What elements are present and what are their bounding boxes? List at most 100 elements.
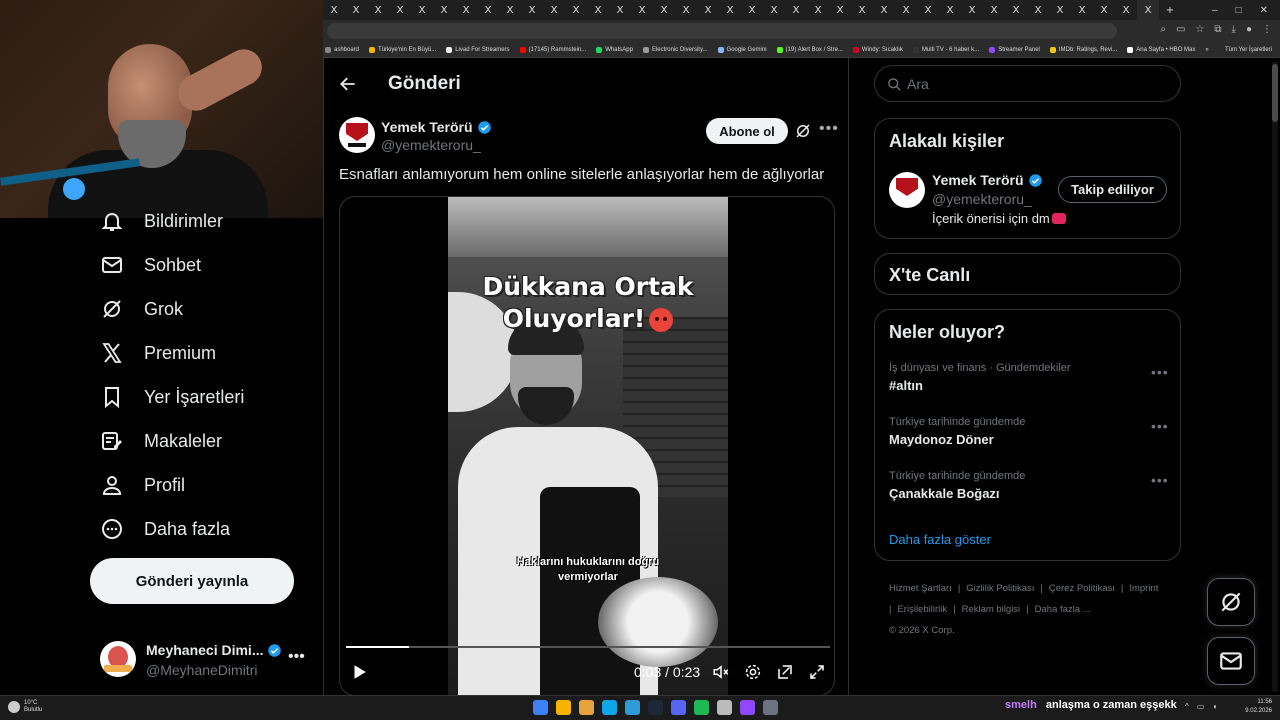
- browser-tab[interactable]: X: [653, 0, 675, 20]
- browser-tab[interactable]: X: [587, 0, 609, 20]
- maximize-icon[interactable]: □: [1236, 5, 1242, 16]
- browser-tab[interactable]: X: [961, 0, 983, 20]
- nav-item-yer-i-şaretleri[interactable]: Yer İşaretleri: [100, 382, 244, 412]
- grok-icon[interactable]: [794, 122, 812, 140]
- browser-tab[interactable]: X: [1071, 0, 1093, 20]
- footer-link[interactable]: Çerez Politikası: [1049, 583, 1115, 594]
- browser-tab[interactable]: X: [917, 0, 939, 20]
- nav-item-sohbet[interactable]: Sohbet: [100, 250, 201, 280]
- footer-link[interactable]: Reklam bilgisi: [962, 604, 1021, 615]
- bookmark-item[interactable]: Windy: Sıcaklık: [852, 46, 903, 53]
- related-handle[interactable]: @yemekteroru_: [932, 191, 1032, 207]
- page-scrollbar[interactable]: [1272, 62, 1278, 692]
- nav-item-daha-fazla[interactable]: Daha fazla: [100, 514, 230, 544]
- minimize-icon[interactable]: –: [1212, 5, 1218, 16]
- browser-tab[interactable]: X: [895, 0, 917, 20]
- footer-link[interactable]: Gizlilik Politikası: [966, 583, 1034, 594]
- browser-tab[interactable]: X: [983, 0, 1005, 20]
- subscribe-button[interactable]: Abone ol: [706, 118, 788, 144]
- browser-tab[interactable]: X: [939, 0, 961, 20]
- chevron-up-icon[interactable]: ^: [1185, 702, 1189, 711]
- footer-link[interactable]: Erişilebilirlik: [897, 604, 947, 615]
- video-progress-bar[interactable]: [346, 646, 830, 648]
- fullscreen-icon[interactable]: [808, 663, 826, 681]
- trend-item[interactable]: Türkiye tarihinde gündemde Maydonoz Döner: [889, 416, 1169, 447]
- browser-tab[interactable]: X: [411, 0, 433, 20]
- browser-tab[interactable]: X: [1027, 0, 1049, 20]
- account-switcher[interactable]: Meyhaneci Dimi... @MeyhaneDimitri •••: [100, 638, 310, 682]
- nav-item-grok[interactable]: Grok: [100, 294, 183, 324]
- all-bookmarks-folder[interactable]: Tüm Yer İşaretleri: [1225, 47, 1280, 53]
- browser-tab[interactable]: X: [499, 0, 521, 20]
- browser-tab[interactable]: X: [543, 0, 565, 20]
- browser-tab[interactable]: X: [851, 0, 873, 20]
- trend-item[interactable]: İş dünyası ve finans · Gündemdekiler #alt…: [889, 362, 1169, 393]
- footer-link[interactable]: Hizmet Şartları: [889, 583, 952, 594]
- download-icon[interactable]: ⤓: [1232, 24, 1236, 35]
- related-name[interactable]: Yemek Terörü: [932, 172, 1043, 188]
- browser-tab[interactable]: X: [675, 0, 697, 20]
- back-arrow-icon[interactable]: [338, 74, 358, 94]
- footer-link[interactable]: Imprint: [1129, 583, 1158, 594]
- nav-item-bildirimler[interactable]: Bildirimler: [100, 206, 223, 236]
- browser-tab[interactable]: X: [1093, 0, 1115, 20]
- author-name[interactable]: Yemek Terörü: [381, 119, 492, 135]
- browser-tab[interactable]: X: [697, 0, 719, 20]
- browser-tab[interactable]: X: [389, 0, 411, 20]
- video-player[interactable]: Dükkana Ortak Oluyorlar! Haklarını hukuk…: [339, 196, 835, 695]
- author-avatar[interactable]: [339, 117, 375, 153]
- browser-tab[interactable]: X: [1005, 0, 1027, 20]
- browser-tab[interactable]: X: [829, 0, 851, 20]
- bookmark-item[interactable]: IMDb: Ratings, Revi...: [1049, 46, 1117, 53]
- taskbar-app-icon[interactable]: [763, 700, 778, 715]
- grok-fab[interactable]: [1207, 578, 1255, 626]
- account-more-icon[interactable]: •••: [288, 648, 305, 666]
- related-avatar[interactable]: [889, 172, 925, 208]
- nav-item-makaleler[interactable]: Makaleler: [100, 426, 222, 456]
- bookmark-item[interactable]: ashboard: [325, 46, 359, 53]
- browser-tab[interactable]: X: [1137, 0, 1159, 20]
- nav-item-profil[interactable]: Profil: [100, 470, 185, 500]
- volume-icon[interactable]: [712, 663, 730, 681]
- taskbar-app-icon[interactable]: [717, 700, 732, 715]
- trend-more-icon[interactable]: •••: [1151, 364, 1169, 380]
- browser-tab[interactable]: X: [873, 0, 895, 20]
- browser-tab[interactable]: X: [455, 0, 477, 20]
- bookmark-item[interactable]: Ana Sayfa • HBO Max: [1127, 46, 1195, 53]
- browser-tab[interactable]: X: [807, 0, 829, 20]
- zoom-icon[interactable]: ⌕: [1160, 24, 1166, 35]
- browser-tab[interactable]: X: [631, 0, 653, 20]
- network-icon[interactable]: ▭: [1197, 702, 1205, 711]
- bookmark-item[interactable]: WhatsApp: [596, 46, 633, 53]
- browser-tab[interactable]: X: [741, 0, 763, 20]
- picture-in-picture-icon[interactable]: [776, 663, 794, 681]
- close-window-icon[interactable]: ✕: [1260, 5, 1268, 16]
- author-handle[interactable]: @yemekteroru_: [381, 137, 481, 153]
- trend-more-icon[interactable]: •••: [1151, 472, 1169, 488]
- footer-link[interactable]: © 2026 X Corp.: [889, 625, 955, 636]
- trend-item[interactable]: Türkiye tarihinde gündemde Çanakkale Boğa…: [889, 470, 1169, 501]
- new-tab-button[interactable]: +: [1159, 0, 1181, 20]
- browser-tab[interactable]: X: [785, 0, 807, 20]
- taskbar-app-icon[interactable]: [740, 700, 755, 715]
- menu-icon[interactable]: ⋮: [1262, 24, 1272, 35]
- taskbar-app-icon[interactable]: [579, 700, 594, 715]
- cast-icon[interactable]: ▭: [1176, 24, 1185, 35]
- taskbar-app-icon[interactable]: [648, 700, 663, 715]
- trend-more-icon[interactable]: •••: [1151, 418, 1169, 434]
- taskbar-app-icon[interactable]: [602, 700, 617, 715]
- taskbar-app-icon[interactable]: [671, 700, 686, 715]
- bookmark-item[interactable]: Google Gemini: [717, 46, 767, 53]
- bookmark-item[interactable]: Livad For Streamers: [446, 46, 510, 53]
- taskbar-app-icon[interactable]: [694, 700, 709, 715]
- extensions-icon[interactable]: ⧉: [1214, 24, 1221, 35]
- browser-tab[interactable]: X: [609, 0, 631, 20]
- browser-tab[interactable]: X: [345, 0, 367, 20]
- taskbar-app-icon[interactable]: [556, 700, 571, 715]
- browser-tab[interactable]: X: [763, 0, 785, 20]
- browser-tab[interactable]: X: [1115, 0, 1137, 20]
- browser-tab[interactable]: X: [323, 0, 345, 20]
- browser-tab[interactable]: X: [521, 0, 543, 20]
- address-bar[interactable]: [327, 23, 1117, 39]
- bookmark-item[interactable]: Streamer Panel: [989, 46, 1040, 53]
